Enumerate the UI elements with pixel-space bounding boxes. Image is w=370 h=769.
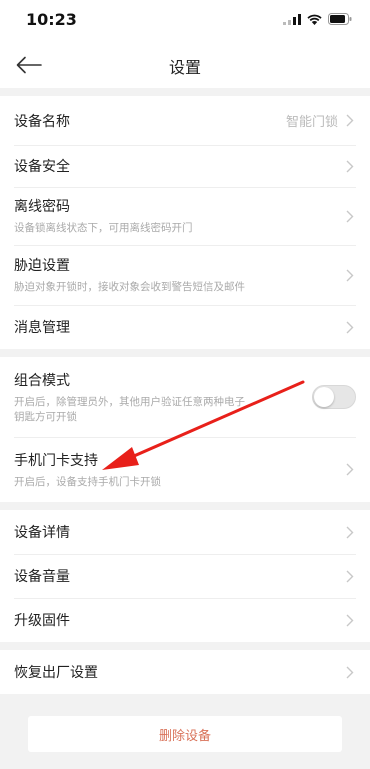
settings-group-unlock-mode: 组合模式 开启后，除管理员外，其他用户验证任意两种电子钥匙方可开锁 手机门卡支持… bbox=[0, 357, 370, 502]
device-details-label: 设备详情 bbox=[14, 525, 70, 541]
chevron-right-icon bbox=[346, 525, 356, 539]
delete-device-button[interactable]: 删除设备 bbox=[28, 716, 342, 752]
combination-mode-row: 组合模式 开启后，除管理员外，其他用户验证任意两种电子钥匙方可开锁 bbox=[0, 357, 370, 437]
signal-icon bbox=[283, 13, 301, 25]
chevron-right-icon bbox=[346, 268, 356, 282]
offline-password-label: 离线密码 bbox=[14, 199, 70, 215]
chevron-right-icon bbox=[346, 463, 356, 477]
device-name-row[interactable]: 设备名称 智能门锁 bbox=[0, 96, 370, 145]
page-title: 设置 bbox=[168, 58, 201, 77]
chevron-right-icon bbox=[346, 209, 356, 223]
settings-group-info: 设备详情 设备音量 升级固件 bbox=[0, 510, 370, 642]
wifi-icon bbox=[307, 14, 322, 25]
nav-bar: 设置 bbox=[0, 42, 370, 88]
offline-password-row[interactable]: 离线密码 设备锁离线状态下，可用离线密码开门 bbox=[0, 187, 370, 245]
chevron-right-icon bbox=[346, 665, 356, 679]
factory-reset-row[interactable]: 恢复出厂设置 bbox=[0, 650, 370, 694]
delete-area: 删除设备 bbox=[0, 694, 370, 752]
duress-settings-label: 胁迫设置 bbox=[14, 258, 70, 274]
factory-reset-label: 恢复出厂设置 bbox=[14, 665, 98, 681]
chevron-right-icon bbox=[346, 569, 356, 583]
device-volume-label: 设备音量 bbox=[14, 569, 70, 585]
device-name-label: 设备名称 bbox=[14, 113, 70, 130]
message-management-row[interactable]: 消息管理 bbox=[0, 305, 370, 349]
device-details-row[interactable]: 设备详情 bbox=[0, 510, 370, 554]
toggle-knob bbox=[314, 387, 334, 407]
duress-settings-desc: 胁迫对象开锁时，接收对象会收到警告短信及邮件 bbox=[14, 281, 245, 293]
device-volume-row[interactable]: 设备音量 bbox=[0, 554, 370, 598]
status-time: 10:23 bbox=[26, 10, 77, 29]
phone-card-support-label: 手机门卡支持 bbox=[14, 452, 98, 469]
status-icons bbox=[283, 13, 352, 25]
offline-password-desc: 设备锁离线状态下，可用离线密码开门 bbox=[14, 222, 193, 234]
combination-mode-toggle[interactable] bbox=[312, 385, 356, 409]
battery-icon bbox=[328, 13, 352, 25]
upgrade-firmware-label: 升级固件 bbox=[14, 613, 70, 629]
status-bar: 10:23 bbox=[0, 0, 370, 42]
device-security-label: 设备安全 bbox=[14, 159, 70, 175]
chevron-right-icon bbox=[346, 114, 356, 128]
device-name-value: 智能门锁 bbox=[285, 115, 338, 130]
combination-mode-label: 组合模式 bbox=[14, 372, 70, 389]
settings-group-reset: 恢复出厂设置 bbox=[0, 650, 370, 694]
phone-card-support-row[interactable]: 手机门卡支持 开启后，设备支持手机门卡开锁 bbox=[0, 437, 370, 502]
chevron-right-icon bbox=[346, 320, 356, 334]
combination-mode-desc: 开启后，除管理员外，其他用户验证任意两种电子钥匙方可开锁 bbox=[14, 395, 245, 423]
chevron-right-icon bbox=[346, 159, 356, 173]
duress-settings-row[interactable]: 胁迫设置 胁迫对象开锁时，接收对象会收到警告短信及邮件 bbox=[0, 245, 370, 305]
settings-group-device: 设备名称 智能门锁 设备安全 离线密码 设备锁离线状态下，可用离线密码开门 胁迫… bbox=[0, 96, 370, 349]
device-security-row[interactable]: 设备安全 bbox=[0, 145, 370, 187]
phone-card-support-desc: 开启后，设备支持手机门卡开锁 bbox=[14, 475, 161, 488]
upgrade-firmware-row[interactable]: 升级固件 bbox=[0, 598, 370, 642]
message-management-label: 消息管理 bbox=[14, 320, 70, 336]
chevron-right-icon bbox=[346, 613, 356, 627]
